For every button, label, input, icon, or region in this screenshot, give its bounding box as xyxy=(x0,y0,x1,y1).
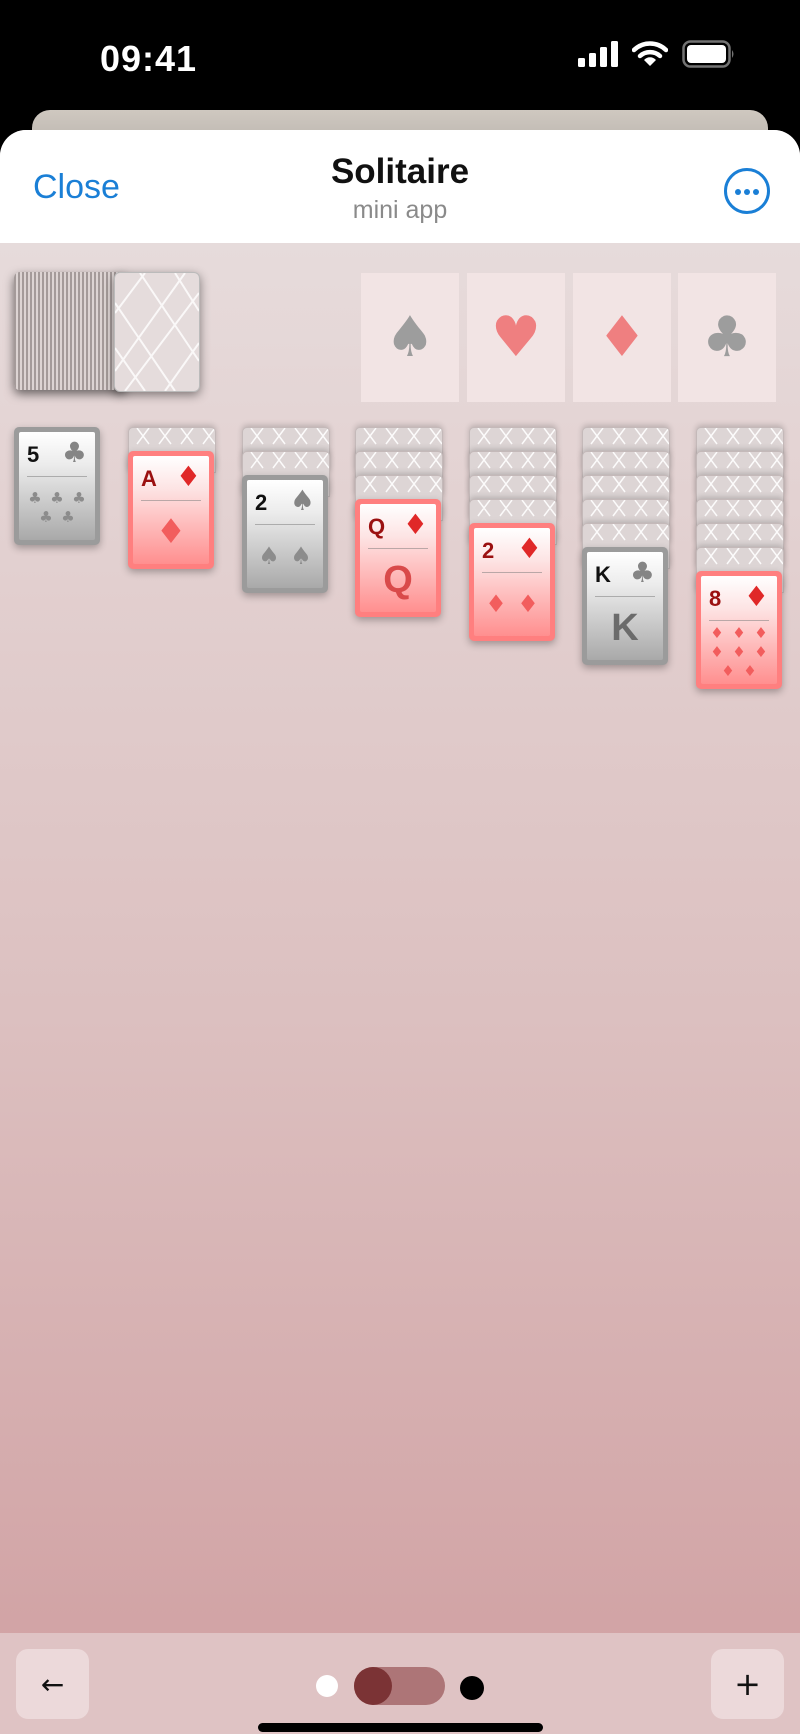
pip-icon: ♦ xyxy=(754,623,768,642)
card-pips: K xyxy=(593,602,657,654)
more-dot-icon xyxy=(744,189,750,195)
card-rank: Q xyxy=(368,514,386,539)
card-suit-icon: ♦ xyxy=(516,532,542,565)
pip-icon: ♦ xyxy=(155,512,187,552)
status-time: 09:41 xyxy=(100,38,198,79)
theme-dark-dot[interactable] xyxy=(460,1676,484,1700)
theme-light-dot[interactable] xyxy=(316,1675,338,1697)
pip-icon: ♠ xyxy=(290,542,312,570)
more-options-button[interactable] xyxy=(724,168,770,214)
pip-icon: ♦ xyxy=(710,623,724,642)
card-pips: Q xyxy=(366,554,430,606)
card-face: 2 ♦ ♦ ♦ xyxy=(474,528,550,636)
pip-icon: ♣ xyxy=(28,489,42,507)
pip-icon: ♦ xyxy=(710,642,724,661)
playing-card[interactable]: K ♣ K xyxy=(582,547,668,665)
card-pips: ♣ ♣ ♣ ♣ ♣ xyxy=(25,482,89,534)
card-rank: A xyxy=(141,466,157,491)
card-divider xyxy=(255,524,315,525)
theme-toggle[interactable] xyxy=(354,1667,445,1705)
pip-icon: ♦ xyxy=(732,623,746,642)
status-icons xyxy=(578,40,736,68)
mini-app-sheet: Close Solitaire mini app ♠ ♥ ♦ ♣ 5 ♣ ♣ ♣ ♣ ♣ ♣ A ♦ ♦… xyxy=(0,130,800,1734)
pip-icon: ♠ xyxy=(258,542,280,570)
nav-bar: Close Solitaire mini app xyxy=(0,130,800,243)
diamond-icon: ♦ xyxy=(596,304,648,370)
court-letter: K xyxy=(611,607,639,649)
stock-top-card[interactable] xyxy=(114,272,200,392)
club-icon: ♣ xyxy=(701,304,753,370)
card-suit-icon: ♦ xyxy=(175,460,201,493)
card-face: 5 ♣ ♣ ♣ ♣ ♣ ♣ xyxy=(19,432,95,540)
foundation-heart[interactable]: ♥ xyxy=(467,273,565,402)
card-pips: ♠ ♠ xyxy=(253,530,317,582)
foundation-spade[interactable]: ♠ xyxy=(361,273,459,402)
pip-icon: ♦ xyxy=(743,661,757,680)
card-divider xyxy=(595,596,655,597)
card-divider xyxy=(141,500,201,501)
card-divider xyxy=(27,476,87,477)
battery-icon xyxy=(682,40,734,68)
playing-card[interactable]: 2 ♠ ♠ ♠ xyxy=(242,475,328,593)
theme-toggle-knob[interactable] xyxy=(354,1667,392,1705)
pip-icon: ♦ xyxy=(485,590,507,618)
card-face: 2 ♠ ♠ ♠ xyxy=(247,480,323,588)
pip-icon: ♦ xyxy=(732,642,746,661)
app-title: Solitaire xyxy=(330,152,470,191)
card-divider xyxy=(482,572,542,573)
playing-card[interactable]: 8 ♦ ♦ ♦ ♦ ♦ ♦ ♦ ♦ ♦ xyxy=(696,571,782,689)
card-rank: K xyxy=(595,562,611,587)
stock-stack xyxy=(14,272,126,390)
card-pips: ♦ ♦ ♦ ♦ ♦ ♦ ♦ ♦ xyxy=(707,623,771,680)
pip-icon: ♣ xyxy=(50,489,64,507)
card-suit-icon: ♣ xyxy=(61,436,87,469)
card-face: Q ♦ Q xyxy=(360,504,436,612)
cellular-signal-icon xyxy=(578,41,618,67)
more-dot-icon xyxy=(753,189,759,195)
pip-icon: ♣ xyxy=(61,508,75,526)
card-rank: 2 xyxy=(482,538,495,563)
home-indicator xyxy=(258,1723,543,1732)
card-face: A ♦ ♦ xyxy=(133,456,209,564)
more-dot-icon xyxy=(735,189,741,195)
pip-icon: ♦ xyxy=(721,661,735,680)
playing-card[interactable]: A ♦ ♦ xyxy=(128,451,214,569)
add-button[interactable]: + xyxy=(711,1649,784,1719)
card-rank: 2 xyxy=(255,490,268,515)
card-rank: 5 xyxy=(27,442,40,467)
spade-icon: ♠ xyxy=(384,304,436,370)
foundation-diamond[interactable]: ♦ xyxy=(573,273,671,402)
card-suit-icon: ♦ xyxy=(743,580,769,613)
playing-card[interactable]: 2 ♦ ♦ ♦ xyxy=(469,523,555,641)
back-button[interactable]: ← xyxy=(16,1649,89,1719)
playing-card[interactable]: 5 ♣ ♣ ♣ ♣ ♣ ♣ xyxy=(14,427,100,545)
card-pips: ♦ ♦ xyxy=(480,578,544,630)
card-suit-icon: ♠ xyxy=(289,484,315,517)
card-face: K ♣ K xyxy=(587,552,663,660)
card-divider xyxy=(368,548,428,549)
pip-icon: ♣ xyxy=(39,508,53,526)
app-subtitle: mini app xyxy=(352,196,448,224)
card-pips: ♦ xyxy=(139,506,203,558)
playing-card[interactable]: Q ♦ Q xyxy=(355,499,441,617)
stock-pile[interactable] xyxy=(14,272,200,392)
title-block: Solitaire mini app xyxy=(0,152,800,225)
pip-icon: ♦ xyxy=(754,642,768,661)
card-divider xyxy=(709,620,769,621)
foundation-club[interactable]: ♣ xyxy=(678,273,776,402)
card-suit-icon: ♣ xyxy=(629,556,655,589)
bottom-toolbar: ← + xyxy=(0,1633,800,1734)
pip-icon: ♦ xyxy=(517,590,539,618)
heart-icon: ♥ xyxy=(490,304,542,370)
card-rank: 8 xyxy=(709,586,722,611)
court-letter: Q xyxy=(383,559,413,601)
wifi-icon xyxy=(632,41,668,66)
pip-icon: ♣ xyxy=(72,489,86,507)
card-face: 8 ♦ ♦ ♦ ♦ ♦ ♦ ♦ ♦ ♦ xyxy=(701,576,777,684)
card-suit-icon: ♦ xyxy=(402,508,428,541)
